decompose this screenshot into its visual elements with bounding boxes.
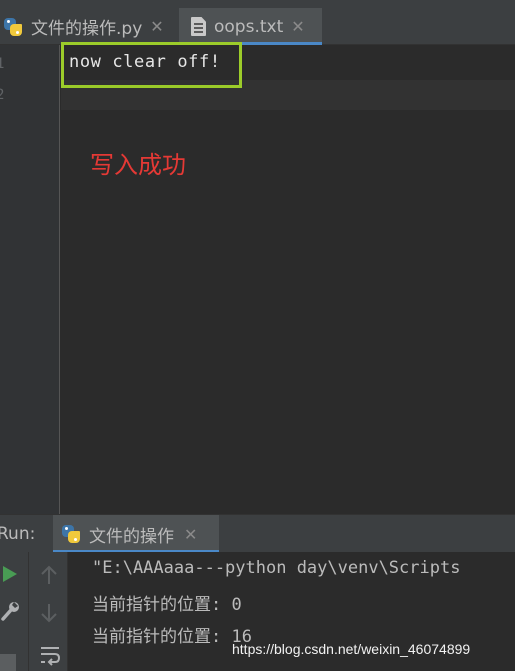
console-line: "E:\AAAaaa---python day\venv\Scripts bbox=[92, 558, 461, 578]
watermark-url: https://blog.csdn.net/weixin_46074899 bbox=[232, 641, 471, 657]
close-icon[interactable]: ✕ bbox=[150, 17, 163, 36]
python-run-icon bbox=[61, 524, 81, 544]
run-panel-title: Run: bbox=[0, 524, 36, 544]
editor-tab-bar: 文件的操作.py ✕ oops.txt ✕ bbox=[0, 0, 515, 45]
run-toolbar-secondary bbox=[28, 552, 68, 671]
line-number-gutter: 1 2 bbox=[0, 45, 60, 514]
line-number: 2 bbox=[0, 87, 5, 103]
code-editor[interactable]: now clear off! bbox=[61, 45, 515, 514]
python-file-icon bbox=[3, 17, 23, 37]
line-number: 1 bbox=[0, 56, 5, 72]
run-tab-label: 文件的操作 bbox=[89, 526, 174, 547]
close-icon[interactable]: ✕ bbox=[184, 525, 197, 544]
run-panel-header: Run: 文件的操作 ✕ bbox=[0, 514, 515, 553]
tab-label: oops.txt bbox=[214, 16, 284, 37]
console-line: 当前指针的位置: 16 bbox=[92, 627, 252, 647]
run-icon[interactable] bbox=[0, 564, 20, 584]
arrow-up-icon[interactable] bbox=[39, 564, 59, 586]
wrench-icon[interactable] bbox=[0, 600, 20, 622]
text-file-icon bbox=[191, 17, 206, 36]
run-tab[interactable]: 文件的操作 ✕ bbox=[53, 515, 219, 553]
tab-text-file[interactable]: oops.txt ✕ bbox=[179, 8, 322, 45]
annotation-text: 写入成功 bbox=[90, 151, 186, 179]
tab-python-file[interactable]: 文件的操作.py ✕ bbox=[0, 8, 178, 45]
annotation-highlight-box bbox=[61, 42, 242, 88]
console-line: 当前指针的位置: 0 bbox=[92, 595, 242, 615]
close-icon[interactable]: ✕ bbox=[291, 17, 304, 36]
arrow-down-icon[interactable] bbox=[39, 602, 59, 624]
soft-wrap-icon[interactable] bbox=[39, 644, 61, 666]
tab-label: 文件的操作.py bbox=[31, 19, 143, 39]
stop-icon[interactable] bbox=[0, 654, 16, 671]
run-toolbar-primary bbox=[0, 552, 28, 671]
